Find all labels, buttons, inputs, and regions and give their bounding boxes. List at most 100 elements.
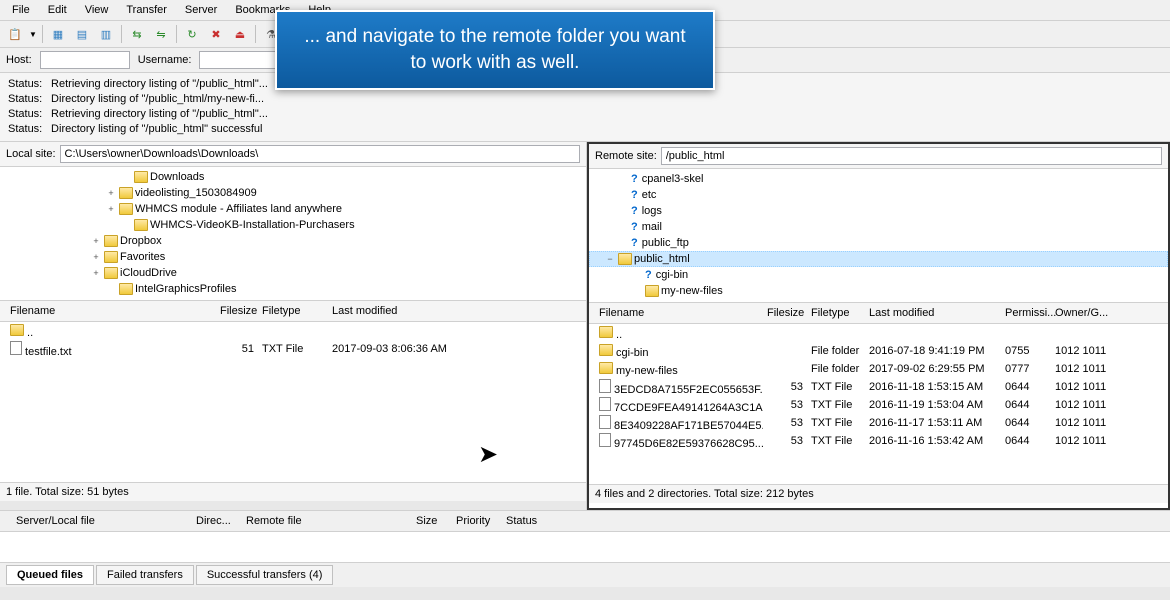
toggle-log-icon[interactable]: ▦ (47, 23, 69, 45)
list-item[interactable]: 97745D6E82E59376628C95...53TXT File2016-… (589, 432, 1168, 450)
list-item[interactable]: my-new-filesFile folder2017-09-02 6:29:5… (589, 360, 1168, 378)
expander-icon[interactable] (617, 237, 629, 249)
question-icon: ? (631, 187, 638, 203)
expander-icon[interactable] (120, 171, 132, 183)
expander-icon[interactable] (631, 285, 643, 297)
sync-icon[interactable]: ⇆ (126, 23, 148, 45)
tree-label: WHMCS-VideoKB-Installation-Purchasers (150, 217, 355, 233)
tree-item[interactable]: − public_html (589, 251, 1168, 267)
expander-icon[interactable]: + (90, 251, 102, 263)
remote-file-list[interactable]: .. cgi-binFile folder2016-07-18 9:41:19 … (589, 324, 1168, 484)
list-item[interactable]: cgi-binFile folder2016-07-18 9:41:19 PM0… (589, 342, 1168, 360)
tree-item[interactable]: Downloads (0, 169, 586, 185)
question-icon: ? (645, 267, 652, 283)
col-filesize[interactable]: Filesize (763, 307, 807, 319)
tree-item[interactable]: WHMCS-VideoKB-Installation-Purchasers (0, 217, 586, 233)
expander-icon[interactable] (120, 219, 132, 231)
folder-icon (104, 235, 118, 247)
sitemanager-icon[interactable]: 📋 (4, 23, 26, 45)
tree-item[interactable]: + videolisting_1503084909 (0, 185, 586, 201)
expander-icon[interactable] (105, 283, 117, 295)
col-modified[interactable]: Last modified (328, 305, 488, 317)
file-icon (599, 397, 611, 411)
list-item[interactable]: testfile.txt51TXT File2017-09-03 8:06:36… (0, 340, 586, 358)
tree-item[interactable]: ?public_ftp (589, 235, 1168, 251)
tab-queued[interactable]: Queued files (6, 565, 94, 585)
host-input[interactable] (40, 51, 130, 69)
expander-icon[interactable] (617, 205, 629, 217)
remote-pane: Remote site: ?cpanel3-skel?etc?logs?mail… (587, 142, 1170, 510)
col-filetype[interactable]: Filetype (258, 305, 328, 317)
list-item[interactable]: 8E3409228AF171BE57044E5...53TXT File2016… (589, 414, 1168, 432)
tree-item[interactable]: ?cpanel3-skel (589, 171, 1168, 187)
menu-server[interactable]: Server (177, 2, 225, 18)
list-item[interactable]: .. (589, 324, 1168, 342)
folder-icon (119, 203, 133, 215)
tree-item[interactable]: + iCloudDrive (0, 265, 586, 281)
tree-item[interactable]: IntelGraphicsProfiles (0, 281, 586, 297)
menu-transfer[interactable]: Transfer (118, 2, 175, 18)
folder-icon (645, 285, 659, 297)
tab-failed[interactable]: Failed transfers (96, 565, 194, 585)
folder-icon (599, 362, 613, 374)
folder-icon (618, 253, 632, 265)
disconnect-icon[interactable]: ⏏ (229, 23, 251, 45)
col-filename[interactable]: Filename (595, 307, 763, 319)
tree-item[interactable]: ?logs (589, 203, 1168, 219)
list-item[interactable]: .. (0, 322, 586, 340)
expander-icon[interactable] (617, 189, 629, 201)
refresh-icon[interactable]: ↻ (181, 23, 203, 45)
queue-header: Server/Local file Direc... Remote file S… (0, 510, 1170, 532)
expander-icon[interactable] (617, 221, 629, 233)
menu-file[interactable]: File (4, 2, 38, 18)
remote-tree[interactable]: ?cpanel3-skel? etc?logs?mail?public_ftp − p… (589, 169, 1168, 303)
local-path-input[interactable] (60, 145, 580, 163)
col-size[interactable]: Size (406, 515, 446, 527)
tree-item[interactable]: ?cgi-bin (589, 267, 1168, 283)
tree-item[interactable]: ?mail (589, 219, 1168, 235)
toggle-tree-icon[interactable]: ▤ (71, 23, 93, 45)
col-permissions[interactable]: Permissi... (1001, 307, 1051, 319)
tree-label: videolisting_1503084909 (135, 185, 257, 201)
tab-successful[interactable]: Successful transfers (4) (196, 565, 334, 585)
toggle-queue-icon[interactable]: ▥ (95, 23, 117, 45)
folder-icon (119, 283, 133, 295)
col-owner[interactable]: Owner/G... (1051, 307, 1107, 319)
local-list-header[interactable]: Filename Filesize Filetype Last modified (0, 301, 586, 322)
dropdown-icon[interactable]: ▼ (28, 23, 38, 45)
col-filetype[interactable]: Filetype (807, 307, 865, 319)
tree-item[interactable]: +Favorites (0, 249, 586, 265)
col-server[interactable]: Server/Local file (6, 515, 186, 527)
tree-label: etc (642, 187, 657, 203)
expander-icon[interactable]: + (105, 187, 117, 199)
expander-icon[interactable] (631, 269, 643, 281)
expander-icon[interactable]: + (105, 203, 117, 215)
col-filesize[interactable]: Filesize (216, 305, 258, 317)
compare-icon[interactable]: ⇋ (150, 23, 172, 45)
list-item[interactable]: 7CCDE9FEA49141264A3C1A...53TXT File2016-… (589, 396, 1168, 414)
col-remotefile[interactable]: Remote file (236, 515, 406, 527)
col-priority[interactable]: Priority (446, 515, 496, 527)
tree-item[interactable]: my-new-files (589, 283, 1168, 299)
col-filename[interactable]: Filename (6, 305, 216, 317)
remote-path-input[interactable] (661, 147, 1162, 165)
queue-body[interactable] (0, 532, 1170, 562)
list-item[interactable]: 3EDCD8A7155F2EC055653F...53TXT File2016-… (589, 378, 1168, 396)
menu-edit[interactable]: Edit (40, 2, 75, 18)
expander-icon[interactable]: + (90, 235, 102, 247)
tree-item[interactable]: +Dropbox (0, 233, 586, 249)
stop-icon[interactable]: ✖ (205, 23, 227, 45)
col-direction[interactable]: Direc... (186, 515, 236, 527)
expander-icon[interactable]: + (90, 267, 102, 279)
expander-icon[interactable]: − (604, 253, 616, 265)
remote-list-header[interactable]: Filename Filesize Filetype Last modified… (589, 303, 1168, 324)
tree-label: public_html (634, 251, 690, 267)
tree-item[interactable]: ? etc (589, 187, 1168, 203)
col-status[interactable]: Status (496, 515, 546, 527)
local-tree[interactable]: Downloads + videolisting_1503084909+WHMCS … (0, 167, 586, 301)
col-modified[interactable]: Last modified (865, 307, 1001, 319)
expander-icon[interactable] (617, 173, 629, 185)
tree-item[interactable]: +WHMCS module - Affiliates land anywhere (0, 201, 586, 217)
menu-view[interactable]: View (77, 2, 117, 18)
tree-label: iCloudDrive (120, 265, 177, 281)
